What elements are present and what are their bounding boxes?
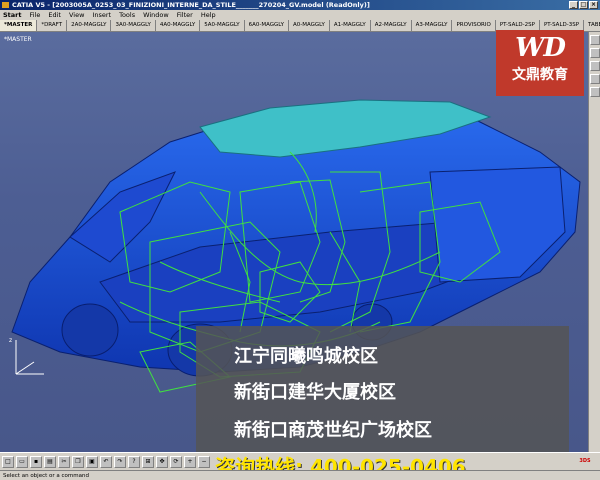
window-title: CATIA V5 - [2003005A_0253_03_FINIZIONI_I…	[12, 1, 370, 9]
rotate-icon[interactable]: ⟳	[170, 455, 182, 468]
paste-icon[interactable]: ▣	[86, 455, 98, 468]
fit-all-icon[interactable]: ⊞	[142, 455, 154, 468]
tab-4a0-maggly[interactable]: 4A0-MAGGLY	[156, 20, 201, 31]
minimize-button[interactable]: _	[569, 1, 578, 9]
wd-brand-logo: WD 文鼎教育	[496, 30, 584, 96]
menu-tools[interactable]: Tools	[119, 11, 135, 19]
menu-start[interactable]: Start	[3, 11, 22, 19]
rear-wheel-arch	[61, 303, 119, 357]
tab-a0-maggly[interactable]: A0-MAGGLY	[289, 20, 330, 31]
menu-insert[interactable]: Insert	[92, 11, 111, 19]
open-file-icon[interactable]: ▭	[16, 455, 28, 468]
tab-draft[interactable]: *DRAFT	[37, 20, 68, 31]
menu-filter[interactable]: Filter	[177, 11, 193, 19]
catia-brand-icon: 3DS CATIA	[577, 458, 593, 478]
cut-icon[interactable]: ✂	[58, 455, 70, 468]
menu-help[interactable]: Help	[201, 11, 216, 19]
menu-file[interactable]: File	[30, 11, 41, 19]
tool-section-icon[interactable]	[590, 61, 600, 71]
menu-edit[interactable]: Edit	[48, 11, 61, 19]
zoom-in-icon[interactable]: +	[184, 455, 196, 468]
right-toolbar	[588, 32, 600, 452]
tab-tabella-ele[interactable]: TABELLA ELE	[584, 20, 600, 31]
catia-app-icon	[2, 2, 9, 8]
redo-icon[interactable]: ↷	[114, 455, 126, 468]
svg-text:z: z	[9, 337, 12, 344]
help-icon[interactable]: ?	[128, 455, 140, 468]
logo-name: 文鼎教育	[512, 67, 568, 83]
promo-overlay: 江宁同曦鸣城校区 新街口建华大厦校区 新街口商茂世纪广场校区	[196, 326, 569, 452]
logo-mark: WD	[515, 33, 566, 63]
tool-measure-icon[interactable]	[590, 48, 600, 58]
tab-2a0-maggly[interactable]: 2A0-MAGGLY	[67, 20, 112, 31]
tab-a3-maggly[interactable]: A3-MAGGLY	[412, 20, 453, 31]
tab-6a0-maggly[interactable]: 6A0-MAGGLY	[245, 20, 289, 31]
window-controls: _ □ ×	[569, 1, 598, 9]
close-button[interactable]: ×	[589, 1, 598, 9]
tab-3a0-maggly[interactable]: 3A0-MAGGLY	[111, 20, 156, 31]
print-icon[interactable]: ▤	[44, 455, 56, 468]
tool-select-icon[interactable]	[590, 35, 600, 45]
menu-window[interactable]: Window	[143, 11, 169, 19]
tab-a1-maggly[interactable]: A1-MAGGLY	[330, 20, 371, 31]
promo-line-2: 新街口建华大厦校区	[234, 382, 396, 403]
tool-fly-icon[interactable]	[590, 74, 600, 84]
window-title-bar[interactable]: CATIA V5 - [2003005A_0253_03_FINIZIONI_I…	[0, 0, 600, 10]
tab-provisorio[interactable]: PROVISORIO	[452, 20, 496, 31]
new-file-icon[interactable]: □	[2, 455, 14, 468]
save-icon[interactable]: ▪	[30, 455, 42, 468]
tab-master[interactable]: *MASTER	[0, 20, 38, 31]
menu-view[interactable]: View	[69, 11, 84, 19]
maximize-button[interactable]: □	[579, 1, 588, 9]
tab-a2-maggly[interactable]: A2-MAGGLY	[371, 20, 412, 31]
compass-axis	[15, 340, 44, 375]
copy-icon[interactable]: ❐	[72, 455, 84, 468]
tab-5a0-maggly[interactable]: 5A0-MAGGLY	[200, 20, 245, 31]
zoom-out-icon[interactable]: −	[198, 455, 210, 468]
undo-icon[interactable]: ↶	[100, 455, 112, 468]
promo-line-3: 新街口商茂世纪广场校区	[234, 420, 432, 441]
pan-icon[interactable]: ✥	[156, 455, 168, 468]
status-bar: Select an object or a command	[0, 470, 600, 480]
tool-zoom-icon[interactable]	[590, 87, 600, 97]
promo-line-1: 江宁同曦鸣城校区	[234, 346, 378, 367]
menu-bar: Start File Edit View Insert Tools Window…	[0, 10, 600, 20]
